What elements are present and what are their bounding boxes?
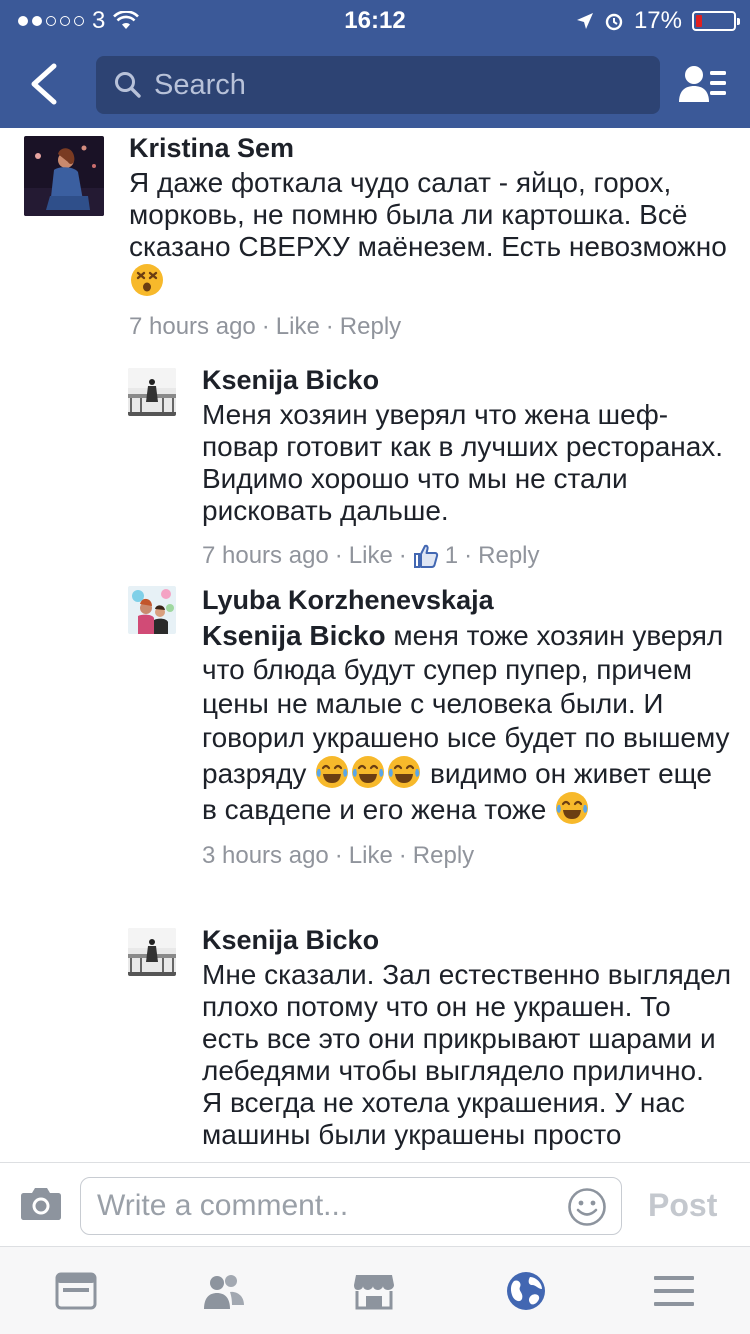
comment-body: Ksenija Bicko Мне сказали. Зал естествен… <box>202 924 732 1151</box>
avatar[interactable] <box>128 368 176 416</box>
battery-percent: 17% <box>633 7 682 34</box>
astonished-emoji-icon <box>131 264 163 296</box>
comment-body: Kristina Sem Я даже фоткала чудо салат -… <box>129 132 729 342</box>
tears-of-joy-emoji-icon <box>556 792 589 824</box>
like-link[interactable]: Like <box>349 541 393 571</box>
like-link[interactable]: Like <box>349 841 393 871</box>
comment-body: Lyuba Korzhenevskaja Ksenija Bicko меня … <box>202 584 732 871</box>
top-bar: 3 16:12 17% <box>0 0 750 128</box>
tears-of-joy-emoji-icon <box>388 756 421 788</box>
emoji-icon[interactable] <box>567 1187 607 1227</box>
globe-icon[interactable] <box>504 1271 548 1311</box>
location-arrow-icon <box>576 13 593 29</box>
marketplace-icon[interactable] <box>352 1271 396 1311</box>
comment-time: 3 hours ago <box>202 842 329 869</box>
comments-feed[interactable]: Kristina Sem Я даже фоткала чудо салат -… <box>0 128 750 1162</box>
menu-icon[interactable] <box>652 1271 696 1311</box>
comment-text: Мне сказали. Зал естественно выглядел пл… <box>202 959 732 1086</box>
search-icon <box>115 72 141 98</box>
comment-text-content: Я даже фоткала чудо салат - яйцо, горох,… <box>129 167 727 262</box>
camera-icon[interactable] <box>20 1185 62 1221</box>
comment-text: Ksenija Bicko меня тоже хозяин уверял чт… <box>202 619 732 827</box>
comment-author[interactable]: Ksenija Bicko <box>202 924 732 956</box>
comment-meta: 7 hours ago · Like · Reply <box>129 312 402 342</box>
back-icon[interactable] <box>24 62 64 106</box>
tears-of-joy-emoji-icon <box>316 756 349 788</box>
comment-time: 7 hours ago <box>202 542 329 569</box>
thumbs-up-icon <box>413 544 438 568</box>
search-input[interactable] <box>154 64 634 106</box>
comment-field[interactable] <box>80 1177 622 1235</box>
avatar[interactable] <box>24 136 104 216</box>
avatar[interactable] <box>128 928 176 976</box>
comment-body: Ksenija Bicko Меня хозяин уверял что жен… <box>202 364 732 571</box>
comment-meta: 3 hours ago · Like · Reply <box>202 841 475 871</box>
search-bar[interactable] <box>96 56 660 114</box>
comment-author[interactable]: Kristina Sem <box>129 132 729 164</box>
friend-requests-icon[interactable] <box>678 64 728 106</box>
comment-input[interactable] <box>97 1186 557 1226</box>
comment-text: Я даже фоткала чудо салат - яйцо, горох,… <box>129 167 729 298</box>
tab-bar <box>0 1246 750 1334</box>
comment-author[interactable]: Lyuba Korzhenevskaja <box>202 584 732 616</box>
comment-composer: Post <box>0 1162 750 1246</box>
avatar[interactable] <box>128 586 176 634</box>
news-feed-icon[interactable] <box>54 1271 98 1311</box>
post-button[interactable]: Post <box>648 1187 717 1224</box>
tears-of-joy-emoji-icon <box>352 756 385 788</box>
comment-meta: 7 hours ago · Like · 1 · Reply <box>202 541 540 571</box>
like-link[interactable]: Like <box>276 312 320 342</box>
reply-link[interactable]: Reply <box>340 312 401 342</box>
groups-icon[interactable] <box>202 1271 246 1311</box>
alarm-icon <box>605 13 623 31</box>
comment-text: Меня хозяин уверял что жена шеф-повар го… <box>202 399 724 526</box>
comment-text: Я всегда не хотела украшения. У нас маши… <box>202 1087 685 1150</box>
comment-time: 7 hours ago <box>129 313 256 340</box>
reply-link[interactable]: Reply <box>413 841 474 871</box>
reply-link[interactable]: Reply <box>478 541 539 571</box>
mention-link[interactable]: Ksenija Bicko <box>202 620 386 651</box>
like-count[interactable]: 1 <box>445 541 458 571</box>
status-bar: 3 16:12 17% <box>0 0 750 40</box>
battery-icon <box>692 11 740 31</box>
comment-author[interactable]: Ksenija Bicko <box>202 364 732 396</box>
